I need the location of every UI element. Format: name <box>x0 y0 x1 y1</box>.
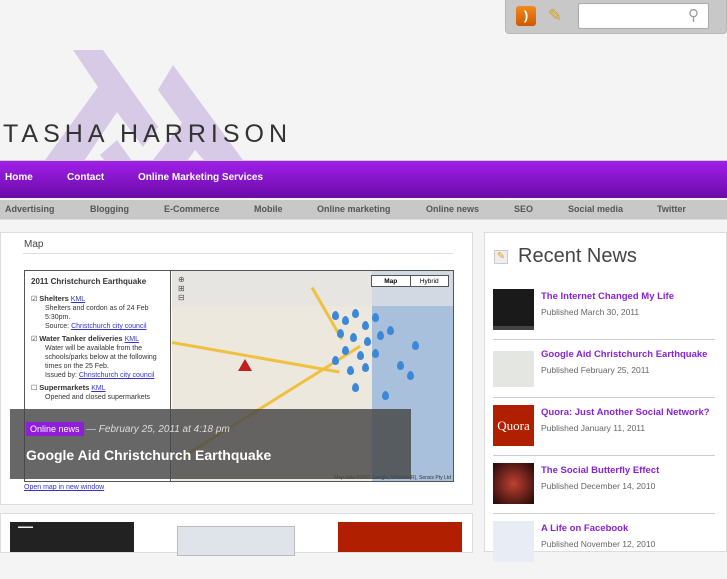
sidebar-heading: Recent News <box>518 245 637 267</box>
nav-contact[interactable]: Contact <box>67 172 104 183</box>
water-marker-icon <box>407 371 414 380</box>
news-date: Published January 11, 2011 <box>541 423 646 433</box>
news-title[interactable]: The Internet Changed My Life <box>541 291 674 302</box>
category-ecommerce[interactable]: E-Commerce <box>164 204 220 214</box>
news-item: A Life on Facebook Published November 12… <box>493 521 715 579</box>
category-seo[interactable]: SEO <box>514 204 533 214</box>
post-title[interactable]: Google Aid Christchurch Earthquake <box>26 447 271 463</box>
water-marker-icon <box>350 333 357 342</box>
news-item: Google Aid Christchurch Earthquake Publi… <box>493 347 715 405</box>
divider <box>493 513 715 514</box>
water-marker-icon <box>362 363 369 372</box>
news-date: Published November 12, 2010 <box>541 539 656 549</box>
layer-supermarkets: ☐ Supermarkets KML Opened and closed sup… <box>31 383 151 401</box>
category-online-marketing[interactable]: Online marketing <box>317 204 391 214</box>
map-title: 2011 Christchurch Earthquake <box>31 277 147 286</box>
category-mobile[interactable]: Mobile <box>254 204 283 214</box>
news-item: The Social Butterfly Effect Published De… <box>493 463 715 521</box>
contact-pencil-icon[interactable]: ✎ <box>544 5 566 27</box>
news-date: Published February 25, 2011 <box>541 365 650 375</box>
water-marker-icon <box>352 383 359 392</box>
brand-name: TASHA HARRISON <box>3 120 293 148</box>
thumbnail-internet[interactable]: ▬▬▬ <box>10 522 134 552</box>
nav-home[interactable]: Home <box>5 172 33 183</box>
water-marker-icon <box>332 356 339 365</box>
water-marker-icon <box>332 311 339 320</box>
category-bar: Advertising Blogging E-Commerce Mobile O… <box>0 200 727 220</box>
divider <box>23 253 453 254</box>
water-marker-icon <box>342 346 349 355</box>
water-marker-icon <box>342 316 349 325</box>
open-map-link: Open map in new window <box>24 484 105 491</box>
warning-marker-icon <box>238 359 252 371</box>
divider <box>493 339 715 340</box>
post-date: — February 25, 2011 at 4:18 pm <box>86 424 230 435</box>
divider <box>493 397 715 398</box>
news-date: Published December 14, 2010 <box>541 481 656 491</box>
news-title[interactable]: Quora: Just Another Social Network? <box>541 407 710 418</box>
map-type-toggle: Map Hybrid <box>371 275 449 287</box>
hybrid-button: Hybrid <box>419 278 439 285</box>
category-online-news[interactable]: Online news <box>426 204 479 214</box>
water-marker-icon <box>372 349 379 358</box>
search-icon[interactable]: ⚲ <box>688 6 699 24</box>
water-marker-icon <box>377 331 384 340</box>
thumbnail-strip: ▬▬▬ <box>0 513 473 556</box>
news-title[interactable]: The Social Butterfly Effect <box>541 465 659 476</box>
map-pan-zoom-controls: ⊕ ⊞ ⊟ <box>178 275 185 302</box>
news-date: Published March 30, 2011 <box>541 307 640 317</box>
news-item: Quora Quora: Just Another Social Network… <box>493 405 715 463</box>
divider <box>493 455 715 456</box>
water-marker-icon <box>382 391 389 400</box>
category-blogging[interactable]: Blogging <box>90 204 129 214</box>
water-marker-icon <box>362 321 369 330</box>
news-title[interactable]: Google Aid Christchurch Earthquake <box>541 349 707 360</box>
recent-news-sidebar: ✎ Recent News The Internet Changed My Li… <box>484 232 727 562</box>
water-marker-icon <box>372 313 379 322</box>
news-thumbnail[interactable] <box>493 521 534 562</box>
thumbnail-map[interactable] <box>177 526 295 556</box>
category-twitter[interactable]: Twitter <box>657 204 686 214</box>
featured-slider[interactable]: Map 2011 Christchurch Earthquake ☑ Shelt… <box>0 232 473 505</box>
map-road <box>171 341 340 374</box>
category-advertising[interactable]: Advertising <box>5 204 55 214</box>
map-button: Map <box>372 276 411 286</box>
water-marker-icon <box>397 361 404 370</box>
main-nav: Home Contact Online Marketing Services <box>0 160 727 198</box>
news-thumbnail[interactable] <box>493 463 534 504</box>
category-badge[interactable]: Online news <box>26 422 84 436</box>
header-toolbar: ) ✎ ⚲ <box>505 0 727 34</box>
water-marker-icon <box>347 366 354 375</box>
news-thumbnail[interactable] <box>493 289 534 330</box>
water-marker-icon <box>387 326 394 335</box>
news-pencil-icon: ✎ <box>494 250 508 264</box>
news-title[interactable]: A Life on Facebook <box>541 523 628 534</box>
thumbnail-quora[interactable] <box>338 522 462 552</box>
news-thumbnail[interactable] <box>493 351 534 387</box>
nav-online-marketing-services[interactable]: Online Marketing Services <box>138 172 263 183</box>
category-social-media[interactable]: Social media <box>568 204 623 214</box>
water-marker-icon <box>357 351 364 360</box>
rss-icon[interactable]: ) <box>516 6 536 26</box>
news-item: The Internet Changed My Life Published M… <box>493 289 715 347</box>
layer-water: ☑ Water Tanker deliveries KML Water will… <box>31 334 157 379</box>
news-thumbnail[interactable]: Quora <box>493 405 534 446</box>
water-marker-icon <box>364 337 371 346</box>
map-heading: Map <box>24 239 44 250</box>
water-marker-icon <box>337 329 344 338</box>
layer-shelters: ☑ Shelters KML Shelters and cordon as of… <box>31 294 149 330</box>
water-marker-icon <box>412 341 419 350</box>
water-marker-icon <box>352 309 359 318</box>
slide-caption: Online news — February 25, 2011 at 4:18 … <box>10 409 411 479</box>
